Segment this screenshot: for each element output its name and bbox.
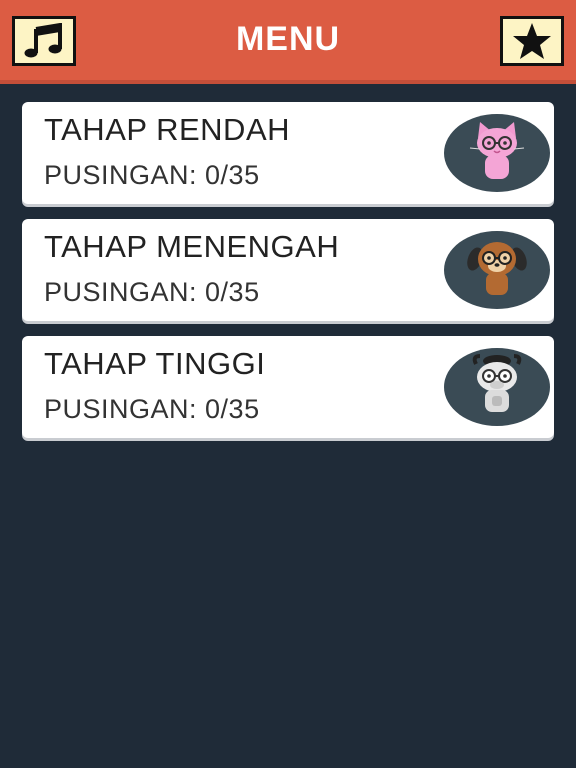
level-card-menengah[interactable]: TAHAP MENENGAH PUSINGAN: 0/35 xyxy=(22,219,554,321)
level-title: TAHAP RENDAH xyxy=(44,112,291,147)
progress-value: 0/35 xyxy=(205,394,260,424)
level-title: TAHAP TINGGI xyxy=(44,346,266,381)
cow-avatar-icon xyxy=(444,348,550,426)
cat-avatar-icon xyxy=(444,114,550,192)
progress-value: 0/35 xyxy=(205,277,260,307)
level-title: TAHAP MENENGAH xyxy=(44,229,340,264)
favorites-button[interactable] xyxy=(500,16,564,66)
page-title: MENU xyxy=(235,20,341,58)
top-bar: MENU xyxy=(0,0,576,84)
dog-avatar-icon xyxy=(444,231,550,309)
level-card-tinggi[interactable]: TAHAP TINGGI PUSINGAN: 0/35 xyxy=(22,336,554,438)
star-icon xyxy=(512,22,552,60)
level-progress: PUSINGAN: 0/35 xyxy=(44,160,260,191)
progress-label: PUSINGAN: xyxy=(44,160,198,190)
progress-label: PUSINGAN: xyxy=(44,277,198,307)
level-progress: PUSINGAN: 0/35 xyxy=(44,394,260,425)
level-progress: PUSINGAN: 0/35 xyxy=(44,277,260,308)
progress-label: PUSINGAN: xyxy=(44,394,198,424)
progress-value: 0/35 xyxy=(205,160,260,190)
level-card-rendah[interactable]: TAHAP RENDAH PUSINGAN: 0/35 xyxy=(22,102,554,204)
